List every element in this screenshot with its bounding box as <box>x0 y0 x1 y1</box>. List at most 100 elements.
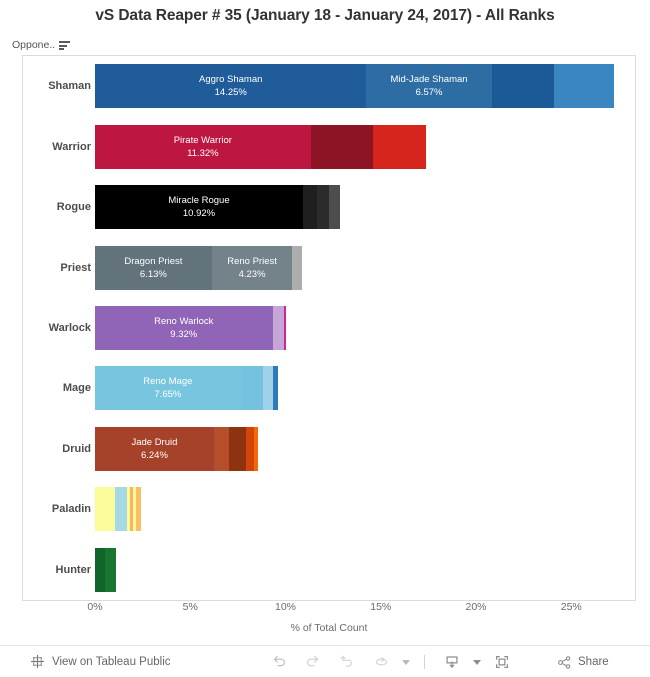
segment-name: Dragon Priest <box>124 255 183 267</box>
row-label-hunter: Hunter <box>55 563 91 576</box>
bar-segment[interactable] <box>328 185 340 230</box>
stacked-bar <box>95 487 141 532</box>
chart-row-paladin: Paladin <box>23 479 635 539</box>
tableau-logo-icon <box>30 654 45 669</box>
bar-segment[interactable] <box>262 366 273 411</box>
bar-segment[interactable] <box>213 426 229 471</box>
segment-name: Jade Druid <box>131 436 178 448</box>
refresh-dropdown-caret-icon[interactable] <box>398 647 414 677</box>
share-icon <box>556 654 573 671</box>
chart-row-warlock: Warlock Reno Warlock 9.32% <box>23 298 635 358</box>
x-axis-tick: 20% <box>465 601 487 613</box>
fullscreen-button[interactable] <box>485 647 519 677</box>
download-dropdown-caret-icon[interactable] <box>469 647 485 677</box>
bar-segment[interactable] <box>283 305 287 350</box>
bar-segment[interactable] <box>254 426 259 471</box>
segment-name: Pirate Warrior <box>173 134 232 146</box>
bar-segment[interactable]: Jade Druid 6.24% <box>95 426 214 471</box>
segment-value: 6.57% <box>415 87 443 99</box>
bar-segment[interactable] <box>115 487 127 532</box>
segment-value: 6.13% <box>139 268 167 280</box>
stacked-bar <box>95 547 117 592</box>
chart-row-rogue: Rogue Miracle Rogue 10.92% <box>23 177 635 237</box>
bar-segment[interactable] <box>228 426 247 471</box>
chart-row-warrior: Warrior Pirate Warrior 11.32% <box>23 116 635 176</box>
bar-segment[interactable] <box>292 245 302 290</box>
segment-name: Aggro Shaman <box>199 74 263 86</box>
stacked-bar: Jade Druid 6.24% <box>95 426 259 471</box>
bar-segment[interactable] <box>104 547 117 592</box>
page-title: vS Data Reaper # 35 (January 18 - Januar… <box>95 7 555 24</box>
toolbar-divider <box>424 655 425 669</box>
x-axis-tick: 5% <box>182 601 198 613</box>
stacked-bar: Reno Mage 7.65% <box>95 366 279 411</box>
segment-value: 9.32% <box>170 328 198 340</box>
title-bar: vS Data Reaper # 35 (January 18 - Januar… <box>0 0 650 32</box>
share-button[interactable]: Share <box>556 646 609 677</box>
bar-segment[interactable]: Aggro Shaman 14.25% <box>95 64 367 109</box>
bar-segment[interactable] <box>553 64 615 109</box>
filter-icon[interactable] <box>59 40 71 50</box>
bar-segment[interactable] <box>240 366 263 411</box>
view-on-tableau-public-label: View on Tableau Public <box>52 655 171 668</box>
chart-row-mage: Mage Reno Mage 7.65% <box>23 358 635 418</box>
x-axis-tick: 10% <box>274 601 297 613</box>
segment-value: 4.23% <box>238 268 266 280</box>
bar-segment[interactable] <box>135 487 141 532</box>
segment-name: Reno Priest <box>227 255 277 267</box>
bar-segment[interactable]: Dragon Priest 6.13% <box>95 245 212 290</box>
bar-segment[interactable]: Miracle Rogue 10.92% <box>95 185 304 230</box>
undo-button[interactable] <box>262 647 296 677</box>
stacked-bar: Pirate Warrior 11.32% <box>95 124 426 169</box>
bottom-toolbar: View on Tableau Public Share <box>0 645 650 677</box>
x-axis-title: % of Total Count <box>22 622 636 634</box>
segment-value: 6.24% <box>140 449 168 461</box>
row-label-priest: Priest <box>60 261 91 274</box>
stacked-bar: Dragon Priest 6.13% Reno Priest 4.23% <box>95 245 302 290</box>
stacked-bar: Miracle Rogue 10.92% <box>95 185 340 230</box>
chart-row-hunter: Hunter <box>23 540 635 600</box>
tableau-viz: vS Data Reaper # 35 (January 18 - Januar… <box>0 0 650 677</box>
view-on-tableau-public-button[interactable]: View on Tableau Public <box>30 654 171 669</box>
chart-row-druid: Druid Jade Druid 6.24% <box>23 419 635 479</box>
bar-segment[interactable] <box>272 305 284 350</box>
share-label: Share <box>578 656 609 668</box>
bar-segment[interactable] <box>272 366 279 411</box>
filter-label: Oppone.. <box>12 39 56 51</box>
segment-value: 14.25% <box>214 87 247 99</box>
opponent-filter-control[interactable]: Oppone.. <box>12 36 132 54</box>
bar-segment[interactable] <box>372 124 426 169</box>
bar-segment[interactable]: Reno Priest 4.23% <box>211 245 293 290</box>
row-label-mage: Mage <box>62 382 91 395</box>
redo-button[interactable] <box>296 647 330 677</box>
bar-segment[interactable] <box>246 426 255 471</box>
refresh-button[interactable] <box>364 647 398 677</box>
bar-segment[interactable] <box>491 64 554 109</box>
row-label-rogue: Rogue <box>56 201 91 214</box>
bar-segment[interactable]: Reno Mage 7.65% <box>95 366 241 411</box>
bar-segment[interactable] <box>316 185 329 230</box>
revert-button[interactable] <box>330 647 364 677</box>
bar-segment[interactable] <box>303 185 317 230</box>
row-label-shaman: Shaman <box>48 80 91 93</box>
x-axis: 0% 5% 10% 15% 20% 25% <box>22 601 636 621</box>
segment-name: Reno Mage <box>143 376 193 388</box>
bar-segment[interactable] <box>95 487 116 532</box>
bar-segment[interactable]: Mid-Jade Shaman 6.57% <box>366 64 492 109</box>
x-axis-title-label: % of Total Count <box>290 622 368 634</box>
download-button[interactable] <box>435 647 469 677</box>
bar-segment[interactable] <box>310 124 373 169</box>
row-label-druid: Druid <box>62 442 91 455</box>
plot-frame: Shaman Aggro Shaman 14.25% Mid-Jade Shaman 6… <box>22 55 636 601</box>
x-axis-tick: 25% <box>560 601 582 613</box>
bar-segment[interactable]: Pirate Warrior 11.32% <box>95 124 311 169</box>
segment-value: 7.65% <box>154 389 182 401</box>
segment-name: Reno Warlock <box>154 315 214 327</box>
bar-segment[interactable]: Reno Warlock 9.32% <box>95 305 273 350</box>
toolbar-actions <box>262 646 519 677</box>
segment-name: Miracle Rogue <box>168 195 230 207</box>
x-axis-tick: 15% <box>370 601 392 613</box>
segment-name: Mid-Jade Shaman <box>390 74 468 86</box>
bar-segment[interactable] <box>95 547 105 592</box>
stacked-bar: Reno Warlock 9.32% <box>95 305 287 350</box>
